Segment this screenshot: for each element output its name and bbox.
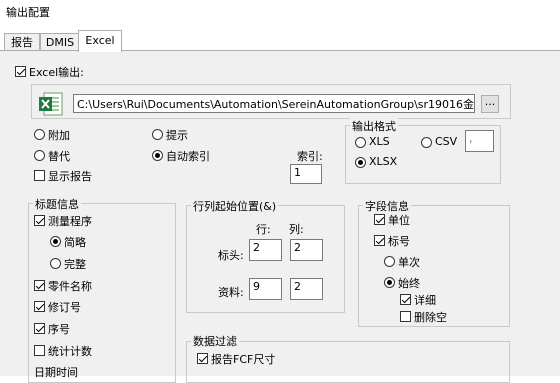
datetime-label: 日期时间 xyxy=(34,366,78,379)
label-checkbox[interactable] xyxy=(374,235,385,246)
header-row-input[interactable]: 2 xyxy=(249,239,282,261)
format-xls-radio[interactable] xyxy=(355,137,366,148)
delete-empty-label: 删除空 xyxy=(414,311,447,324)
data-row-input[interactable]: 9 xyxy=(249,278,282,300)
browse-button[interactable]: ... xyxy=(481,95,499,113)
tab-report[interactable]: 报告 xyxy=(4,33,40,51)
format-xlsx-radio[interactable] xyxy=(355,157,366,168)
row-col-start-title: 行列起始位置(&) xyxy=(191,198,279,214)
unit-checkbox[interactable] xyxy=(374,214,385,225)
data-label: 资料: xyxy=(218,286,244,299)
label-label: 标号 xyxy=(388,235,410,248)
always-radio[interactable] xyxy=(384,277,395,288)
format-csv-radio[interactable] xyxy=(421,137,432,148)
excel-output-label: Excel输出: xyxy=(29,66,84,79)
title-info-title: 标题信息 xyxy=(33,196,81,212)
part-name-checkbox[interactable] xyxy=(34,280,45,291)
mode-replace-label: 替代 xyxy=(48,150,70,163)
data-col-input[interactable]: 2 xyxy=(290,278,323,300)
brief-radio[interactable] xyxy=(50,236,61,247)
file-path-input[interactable]: C:\Users\Rui\Documents\Automation\Serein… xyxy=(73,94,475,113)
report-fcf-label: 报告FCF尺寸 xyxy=(211,353,276,366)
tab-excel[interactable]: Excel xyxy=(78,30,122,52)
mode-auto-index-radio[interactable] xyxy=(152,150,163,161)
revision-label: 修订号 xyxy=(48,301,81,314)
brief-label: 简略 xyxy=(64,236,86,249)
header-label: 标头: xyxy=(218,249,244,262)
csv-separator-input[interactable]: , xyxy=(465,130,494,152)
measure-program-checkbox[interactable] xyxy=(34,215,45,226)
show-report-checkbox[interactable] xyxy=(34,170,45,181)
index-input[interactable]: 1 xyxy=(290,164,322,184)
single-label: 单次 xyxy=(398,256,420,269)
unit-label: 单位 xyxy=(388,214,410,227)
index-label: 索引: xyxy=(297,150,323,163)
detail-checkbox[interactable] xyxy=(400,294,411,305)
data-filter-title: 数据过滤 xyxy=(191,333,239,349)
output-format-title: 输出格式 xyxy=(350,118,398,134)
show-report-label: 显示报告 xyxy=(48,170,92,183)
mode-append-radio[interactable] xyxy=(34,129,45,140)
delete-empty-checkbox[interactable] xyxy=(400,311,411,322)
col-header-label: 列: xyxy=(289,223,304,236)
part-name-label: 零件名称 xyxy=(48,280,92,293)
single-radio[interactable] xyxy=(384,256,395,267)
report-fcf-checkbox[interactable] xyxy=(197,353,208,364)
format-xlsx-label: XLSX xyxy=(369,155,398,168)
mode-auto-index-label: 自动索引 xyxy=(166,150,210,163)
header-col-input[interactable]: 2 xyxy=(290,239,323,261)
revision-checkbox[interactable] xyxy=(34,301,45,312)
row-header-label: 行: xyxy=(256,223,271,236)
detail-label: 详细 xyxy=(414,294,436,307)
excel-icon xyxy=(39,92,63,116)
tab-dmis[interactable]: DMIS xyxy=(40,33,80,51)
full-radio[interactable] xyxy=(50,258,61,269)
mode-append-label: 附加 xyxy=(48,129,70,142)
serial-number-label: 序号 xyxy=(48,323,70,336)
format-xls-label: XLS xyxy=(369,135,390,148)
stat-count-checkbox[interactable] xyxy=(34,345,45,356)
window-title: 输出配置 xyxy=(6,6,50,19)
format-csv-label: CSV xyxy=(435,135,458,148)
excel-output-checkbox[interactable] xyxy=(15,66,26,77)
mode-prompt-radio[interactable] xyxy=(152,129,163,140)
mode-replace-radio[interactable] xyxy=(34,150,45,161)
full-label: 完整 xyxy=(64,258,86,271)
mode-prompt-label: 提示 xyxy=(166,129,188,142)
measure-program-label: 测量程序 xyxy=(48,215,92,228)
stat-count-label: 统计计数 xyxy=(48,345,92,358)
serial-number-checkbox[interactable] xyxy=(34,323,45,334)
always-label: 始终 xyxy=(398,277,420,290)
